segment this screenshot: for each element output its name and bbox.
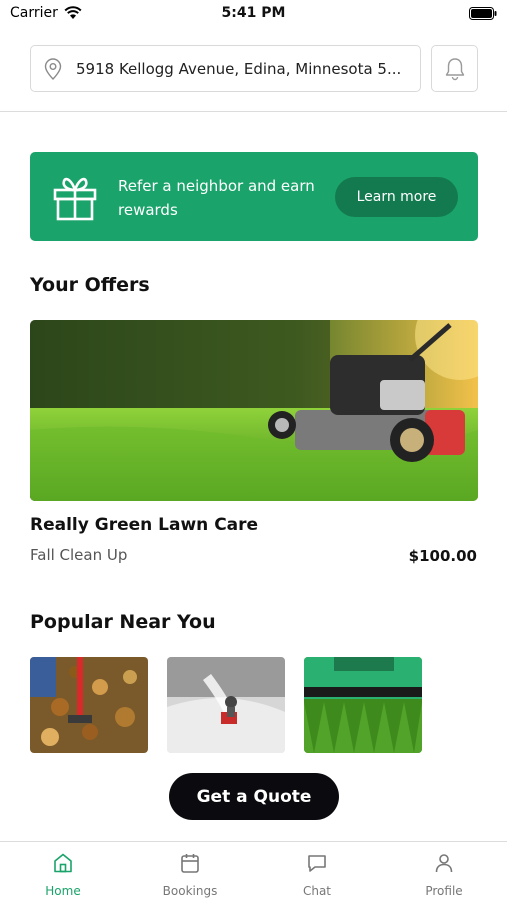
location-pin-icon bbox=[44, 57, 62, 80]
tab-home[interactable]: Home bbox=[0, 842, 126, 900]
referral-banner: Refer a neighbor and earn rewards Learn … bbox=[30, 152, 478, 241]
calendar-icon bbox=[181, 854, 199, 873]
popular-item-lawn-mowing[interactable] bbox=[304, 657, 422, 753]
tab-bookings-label: Bookings bbox=[162, 884, 218, 898]
offers-title: Your Offers bbox=[30, 274, 150, 296]
tab-profile[interactable]: Profile bbox=[381, 842, 507, 900]
tab-bookings[interactable]: Bookings bbox=[127, 842, 253, 900]
address-text: 5918 Kellogg Avenue, Edina, Minnesota 5.… bbox=[76, 59, 402, 78]
notifications-button[interactable] bbox=[431, 45, 478, 92]
status-bar: Carrier 5:41 PM bbox=[0, 0, 507, 30]
offer-provider-name: Really Green Lawn Care bbox=[30, 515, 259, 535]
learn-more-button[interactable]: Learn more bbox=[335, 177, 458, 217]
gift-icon bbox=[53, 177, 97, 221]
bell-icon bbox=[445, 57, 464, 80]
popular-item-leaf-raking[interactable] bbox=[30, 657, 148, 753]
header: 5918 Kellogg Avenue, Edina, Minnesota 5.… bbox=[30, 45, 478, 92]
tab-profile-label: Profile bbox=[425, 884, 463, 898]
lawn-mower-photo bbox=[304, 657, 422, 753]
leaf-raking-photo bbox=[30, 657, 148, 753]
home-icon bbox=[54, 853, 72, 873]
lawn-mower-photo bbox=[30, 320, 478, 501]
get-quote-button[interactable]: Get a Quote bbox=[169, 773, 339, 820]
offer-price: $100.00 bbox=[408, 547, 477, 565]
battery-icon bbox=[469, 7, 497, 20]
referral-text: Refer a neighbor and earn rewards bbox=[118, 177, 315, 219]
popular-item-snow-removal[interactable] bbox=[167, 657, 285, 753]
header-divider bbox=[0, 111, 507, 112]
tab-home-label: Home bbox=[45, 884, 81, 898]
user-icon bbox=[435, 854, 453, 873]
address-selector[interactable]: 5918 Kellogg Avenue, Edina, Minnesota 5.… bbox=[30, 45, 421, 92]
offer-image-lawn-mower[interactable] bbox=[30, 320, 478, 501]
offer-service-name: Fall Clean Up bbox=[30, 546, 128, 564]
popular-title: Popular Near You bbox=[30, 611, 216, 633]
clock: 5:41 PM bbox=[221, 5, 286, 21]
chat-icon bbox=[308, 855, 326, 872]
tab-chat[interactable]: Chat bbox=[254, 842, 380, 900]
snow-blower-photo bbox=[167, 657, 285, 753]
tab-bar: Home Bookings Chat Profile bbox=[0, 841, 507, 900]
tab-chat-label: Chat bbox=[302, 884, 332, 898]
